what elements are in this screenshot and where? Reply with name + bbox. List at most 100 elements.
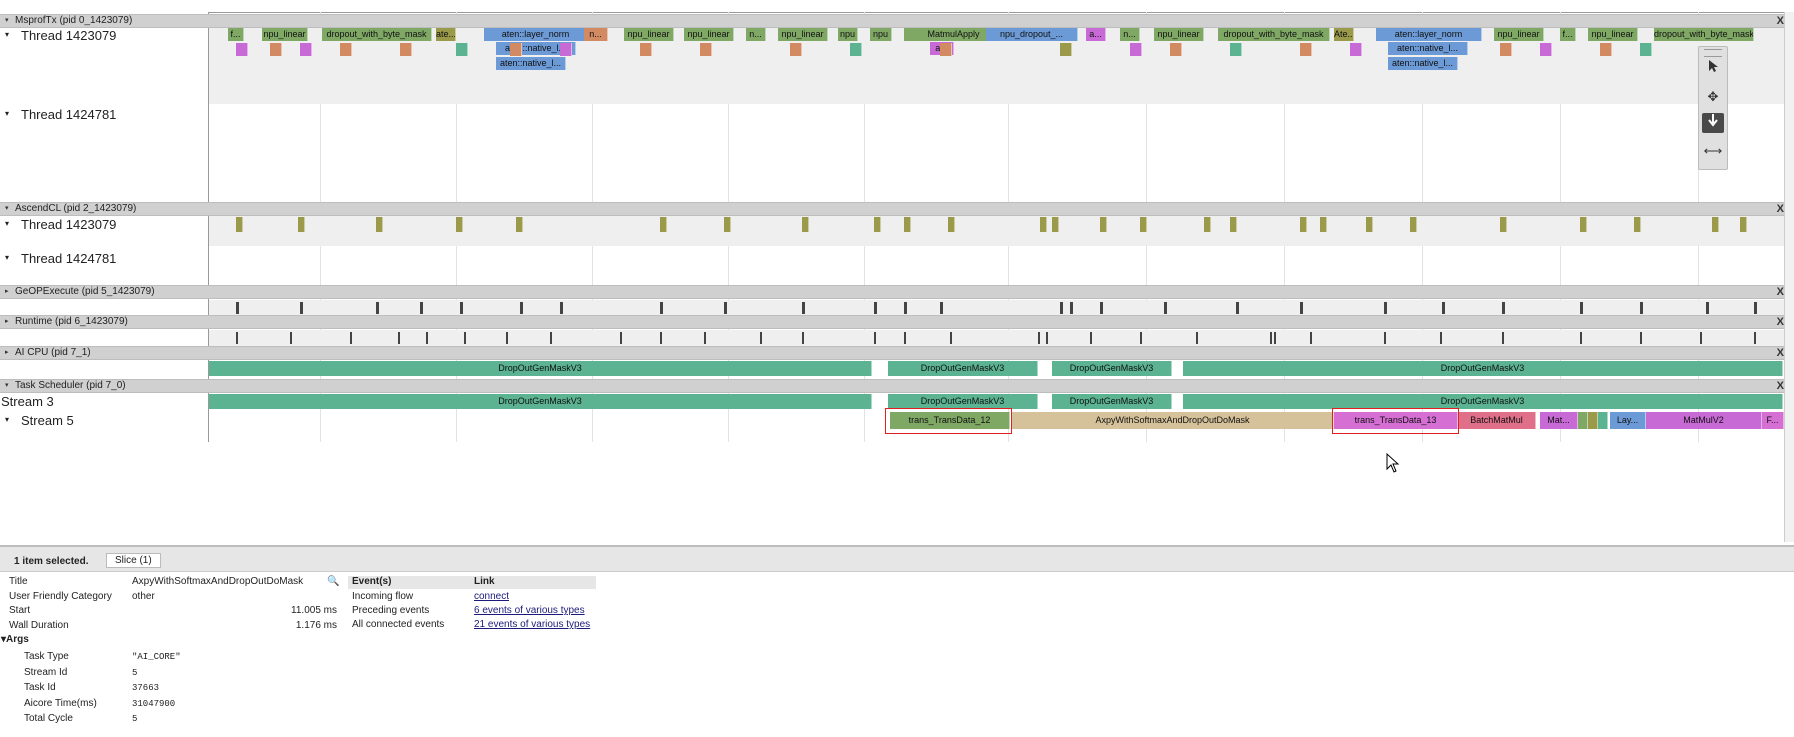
collapse-triangle-icon[interactable]: ▾ [5, 203, 9, 215]
ai-cpu-slice[interactable]: DropOutGenMaskV3 [888, 361, 1038, 376]
acl-slice[interactable] [1320, 217, 1327, 232]
trace-sub-slice[interactable] [560, 43, 572, 56]
acl-slice[interactable] [1140, 217, 1147, 232]
trace-slice[interactable]: n... [1120, 28, 1140, 41]
trace-sub-slice[interactable] [790, 43, 802, 56]
close-icon[interactable]: X [1777, 316, 1784, 328]
trace-sub-slice[interactable] [640, 43, 652, 56]
trace-slice[interactable]: npu [870, 28, 892, 41]
pan-icon[interactable]: ✥ [1702, 87, 1724, 107]
acl-slice[interactable] [1040, 217, 1047, 232]
stream5-slice[interactable]: F... [1762, 412, 1784, 429]
zoom-icon[interactable] [1702, 113, 1724, 133]
ai-cpu-slice[interactable]: DropOutGenMaskV3 [209, 361, 872, 376]
trace-sub-slice[interactable] [1300, 43, 1312, 56]
trace-slice[interactable]: f... [228, 28, 244, 41]
stream5-slice[interactable]: AxpyWithSoftmaxAndDropOutDoMask [1012, 412, 1334, 429]
trace-sub-slice[interactable] [1350, 43, 1362, 56]
stream5-slice[interactable] [1588, 412, 1598, 429]
thread-track[interactable] [209, 216, 1784, 246]
collapse-triangle-icon[interactable]: ▾ [5, 30, 9, 39]
args-toggle[interactable]: ▾Args [1, 633, 29, 647]
acl-slice[interactable] [456, 217, 463, 232]
process-header-msproftx[interactable]: ▾ MsprofTx (pid 0_1423079) X [0, 14, 1794, 28]
process-track[interactable] [209, 300, 1784, 316]
trace-timeline[interactable]: ▾ MsprofTx (pid 0_1423079) X ▾ Thread 14… [0, 0, 1794, 545]
stream5-slice[interactable]: BatchMatMul [1458, 412, 1536, 429]
process-header-task-scheduler[interactable]: ▾ Task Scheduler (pid 7_0) X [0, 379, 1794, 393]
acl-slice[interactable] [376, 217, 383, 232]
collapse-triangle-icon[interactable]: ▸ [5, 286, 9, 298]
ai-cpu-slice[interactable]: DropOutGenMaskV3 [1052, 361, 1172, 376]
trace-sub-slice[interactable] [456, 43, 468, 56]
trace-slice[interactable]: npu_linear [1154, 28, 1204, 41]
stream5-slice[interactable] [1598, 412, 1608, 429]
event-link[interactable]: 21 events of various types [474, 618, 590, 632]
trace-slice[interactable]: n... [746, 28, 766, 41]
process-track[interactable] [209, 330, 1784, 346]
trace-sub-slice[interactable] [1640, 43, 1652, 56]
close-icon[interactable]: X [1777, 286, 1784, 298]
process-header-runtime[interactable]: ▸ Runtime (pid 6_1423079) X [0, 315, 1794, 329]
search-icon[interactable]: 🔍 [327, 576, 339, 587]
acl-slice[interactable] [1580, 217, 1587, 232]
event-link[interactable]: connect [474, 590, 509, 604]
stream3-slice[interactable]: DropOutGenMaskV3 [1183, 394, 1783, 409]
stream5-slice[interactable]: MatMulV2 [1646, 412, 1762, 429]
trace-slice[interactable]: dropout_with_byte_mask [322, 28, 432, 41]
trace-slice[interactable]: npu_linear [1588, 28, 1638, 41]
stream3-slice[interactable]: DropOutGenMaskV3 [888, 394, 1038, 409]
trace-slice[interactable]: f... [1560, 28, 1576, 41]
trace-sub-slice[interactable] [1060, 43, 1072, 56]
trace-sub-slice[interactable] [400, 43, 412, 56]
trace-sub-slice[interactable] [340, 43, 352, 56]
trace-slice[interactable]: ate... [436, 28, 456, 41]
trace-slice[interactable]: npu_linear [778, 28, 828, 41]
process-header-ai-cpu[interactable]: ▸ AI CPU (pid 7_1) X [0, 346, 1794, 360]
acl-slice[interactable] [298, 217, 305, 232]
collapse-triangle-icon[interactable]: ▾ [5, 219, 9, 228]
tab-slice[interactable]: Slice (1) [106, 553, 161, 568]
trace-sub-slice[interactable] [1500, 43, 1512, 56]
collapse-triangle-icon[interactable]: ▸ [5, 316, 9, 328]
acl-slice[interactable] [1740, 217, 1747, 232]
trace-slice[interactable]: npu_linear [684, 28, 734, 41]
trace-slice[interactable]: aten::layer_norm [484, 28, 588, 41]
acl-slice[interactable] [1300, 217, 1307, 232]
stream5-slice[interactable] [1578, 412, 1588, 429]
close-icon[interactable]: X [1777, 380, 1784, 392]
collapse-triangle-icon[interactable]: ▾ [5, 15, 9, 27]
acl-slice[interactable] [948, 217, 955, 232]
acl-slice[interactable] [1634, 217, 1641, 232]
acl-slice[interactable] [236, 217, 243, 232]
trace-slice[interactable]: npu_linear [262, 28, 308, 41]
trace-sub-slice[interactable] [700, 43, 712, 56]
trace-slice[interactable]: aten::native_l... [496, 57, 566, 70]
trace-slice[interactable]: n... [584, 28, 608, 41]
acl-slice[interactable] [1410, 217, 1417, 232]
drag-handle[interactable] [1704, 49, 1722, 57]
stream3-slice[interactable]: DropOutGenMaskV3 [1052, 394, 1172, 409]
trace-sub-slice[interactable] [1170, 43, 1182, 56]
stream5-slice[interactable]: Mat... [1540, 412, 1578, 429]
trace-sub-slice[interactable] [1540, 43, 1552, 56]
trace-sub-slice[interactable] [510, 43, 522, 56]
collapse-triangle-icon[interactable]: ▾ [5, 109, 9, 118]
trace-slice[interactable]: dropout_with_byte_mask [1218, 28, 1330, 41]
vertical-scrollbar[interactable] [1784, 12, 1794, 542]
trace-sub-slice[interactable] [236, 43, 248, 56]
acl-slice[interactable] [1500, 217, 1507, 232]
acl-slice[interactable] [1100, 217, 1107, 232]
acl-slice[interactable] [1204, 217, 1211, 232]
trace-slice[interactable]: aten::native_l... [1388, 57, 1458, 70]
acl-slice[interactable] [802, 217, 809, 232]
trace-slice[interactable]: Ate... [1334, 28, 1354, 41]
acl-slice[interactable] [1052, 217, 1059, 232]
acl-slice[interactable] [724, 217, 731, 232]
trace-sub-slice[interactable] [300, 43, 312, 56]
trace-slice[interactable]: npu_linear [1494, 28, 1544, 41]
stream3-slice[interactable]: DropOutGenMaskV3 [209, 394, 872, 409]
acl-slice[interactable] [874, 217, 881, 232]
ai-cpu-slice[interactable]: DropOutGenMaskV3 [1183, 361, 1783, 376]
collapse-triangle-icon[interactable]: ▾ [5, 380, 9, 392]
